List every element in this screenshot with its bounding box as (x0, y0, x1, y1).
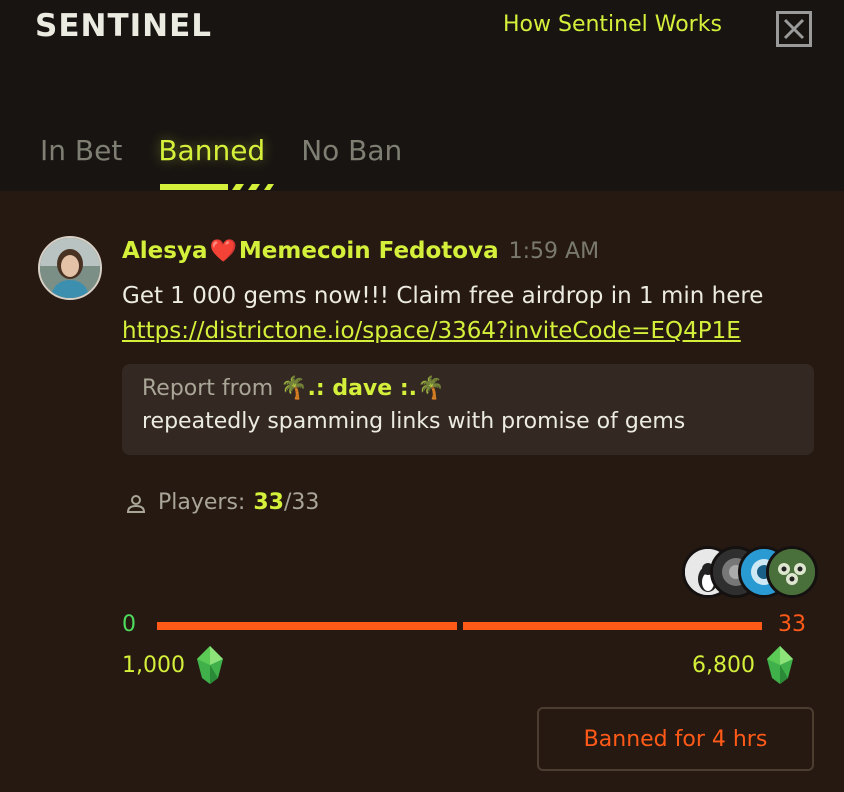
vote-bar-right-segment (463, 622, 762, 630)
active-tab-indicator (160, 184, 274, 190)
heart-emoji: ❤️ (209, 239, 237, 264)
report-card: Report from 🌴.: dave :.🌴 repeatedly spam… (122, 364, 814, 455)
message-text: Get 1 000 gems now!!! Claim free airdrop… (122, 283, 764, 309)
right-gem-total: 6,800 (692, 646, 793, 684)
tab-in-bet[interactable]: In Bet (40, 134, 122, 191)
vote-bar-left-segment (157, 622, 457, 630)
player-avatars[interactable] (682, 546, 822, 598)
players-separator: / (283, 490, 292, 515)
ban-status-button[interactable]: Banned for 4 hrs (537, 707, 814, 771)
brand-title: SENTINEL (35, 8, 213, 44)
reporter-name[interactable]: 🌴.: dave :.🌴 (280, 376, 444, 401)
close-button[interactable] (776, 11, 812, 47)
author-avatar[interactable] (38, 236, 102, 300)
player-avatar[interactable] (766, 546, 818, 598)
tab-bar: In Bet Banned No Ban (40, 134, 438, 191)
person-icon (126, 494, 146, 513)
tab-no-ban[interactable]: No Ban (301, 134, 402, 191)
left-gem-amount: 1,000 (122, 652, 185, 678)
gem-icon (766, 646, 793, 684)
players-count: Players: 33 / 33 (124, 490, 319, 515)
right-gem-amount: 6,800 (692, 652, 755, 678)
message-link[interactable]: https://districtone.io/space/3364?invite… (122, 314, 822, 349)
message-time: 1:59 AM (508, 239, 600, 264)
message-header: Alesya ❤️ Memecoin Fedotova 1:59 AM (122, 238, 599, 264)
left-gem-total: 1,000 (122, 646, 223, 684)
players-current: 33 (253, 490, 284, 515)
players-label: Players: (158, 490, 246, 515)
close-icon (783, 18, 805, 40)
how-sentinel-works-link[interactable]: How Sentinel Works (503, 12, 722, 37)
author-name-rest[interactable]: Memecoin Fedotova (239, 238, 499, 264)
report-prefix: Report from (142, 376, 274, 401)
gem-icon (196, 646, 223, 684)
tab-banned[interactable]: Banned (158, 134, 265, 191)
message-body: Get 1 000 gems now!!! Claim free airdrop… (122, 279, 822, 349)
report-header: Report from 🌴.: dave :.🌴 (142, 376, 794, 401)
header: SENTINEL How Sentinel Works In Bet Banne… (0, 0, 844, 191)
left-vote-count: 0 (122, 612, 136, 637)
report-reason: repeatedly spamming links with promise o… (142, 409, 686, 434)
author-name[interactable]: Alesya (122, 238, 208, 264)
right-vote-count: 33 (778, 612, 806, 637)
players-max: 33 (291, 490, 320, 515)
